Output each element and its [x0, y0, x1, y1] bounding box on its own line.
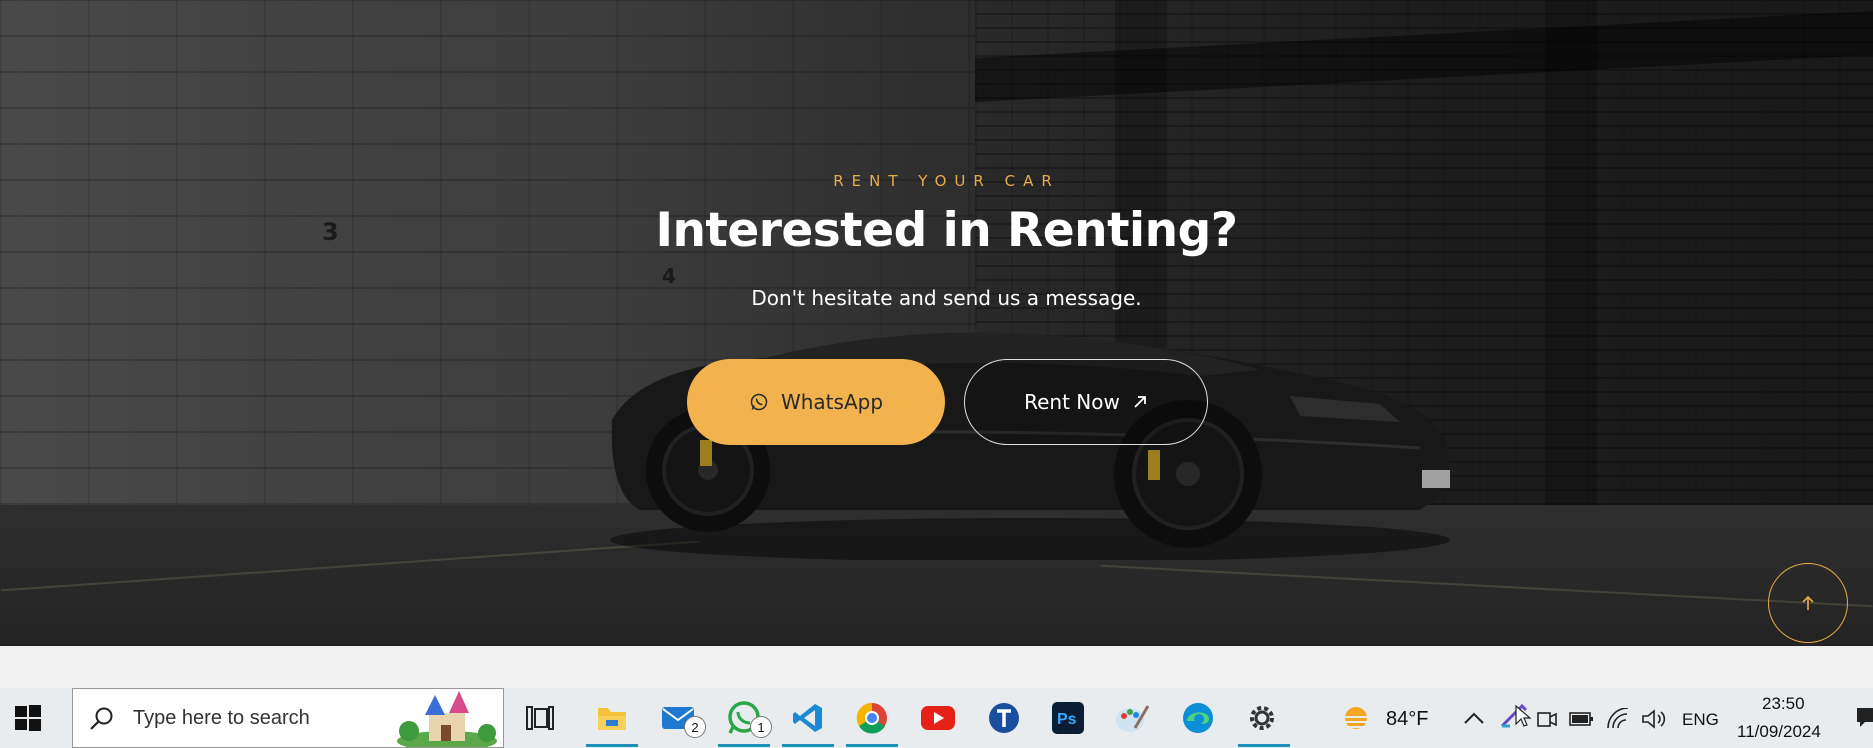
- task-view-icon[interactable]: [520, 698, 560, 738]
- t-app-icon[interactable]: [984, 698, 1024, 738]
- castle-search-highlight-icon: [397, 691, 497, 747]
- scroll-to-top-button[interactable]: [1768, 563, 1848, 643]
- hero-section: 3 4 RENT YOUR CAR Interested in Renting?…: [0, 0, 1873, 646]
- edge-icon[interactable]: [1178, 698, 1218, 738]
- windows-start-icon[interactable]: [14, 704, 42, 732]
- clock-date[interactable]: 11/09/2024: [1737, 722, 1821, 742]
- youtube-icon[interactable]: [918, 698, 958, 738]
- weather-sun-icon[interactable]: [1336, 698, 1376, 738]
- weather-temperature[interactable]: 84°F: [1386, 708, 1428, 731]
- settings-gear-icon[interactable]: [1242, 698, 1282, 738]
- arrow-up-icon: [1802, 595, 1814, 610]
- input-language[interactable]: ENG: [1682, 710, 1719, 730]
- camera-icon[interactable]: [1536, 708, 1558, 730]
- whatsapp-button[interactable]: WhatsApp: [687, 359, 945, 445]
- taskbar-search-box[interactable]: Type here to search: [72, 688, 504, 748]
- notification-icon[interactable]: [1855, 704, 1873, 730]
- whatsapp-button-label: WhatsApp: [780, 390, 884, 414]
- hero-title: Interested in Renting?: [655, 203, 1238, 258]
- rent-now-label: Rent Now: [1024, 390, 1120, 414]
- mouse-cursor-icon: [1515, 704, 1532, 727]
- show-hidden-icons-chevron-up-icon[interactable]: [1463, 710, 1485, 726]
- chrome-active-indicator: [846, 744, 898, 747]
- hero-subtitle: Don't hesitate and send us a message.: [751, 286, 1142, 310]
- search-icon: [90, 707, 113, 730]
- volume-icon[interactable]: [1641, 708, 1667, 730]
- mail-badge: 2: [684, 716, 706, 738]
- wifi-icon[interactable]: [1606, 708, 1630, 730]
- arrow-up-right-icon: [1134, 396, 1146, 408]
- battery-icon[interactable]: [1568, 710, 1594, 728]
- chrome-icon[interactable]: [852, 698, 892, 738]
- svg-text:Ps: Ps: [1057, 711, 1077, 728]
- photoshop-icon[interactable]: Ps: [1048, 698, 1088, 738]
- settings-active-indicator: [1238, 744, 1290, 747]
- file-explorer-icon[interactable]: [592, 698, 632, 738]
- search-placeholder: Type here to search: [133, 706, 310, 729]
- clock-time[interactable]: 23:50: [1762, 694, 1805, 714]
- hero-overlay: [0, 0, 1873, 646]
- whatsapp-active-indicator: [718, 744, 770, 747]
- vscode-icon[interactable]: [788, 698, 828, 738]
- whatsapp-badge: 1: [750, 716, 772, 738]
- paint-icon[interactable]: [1112, 698, 1152, 738]
- whatsapp-icon: [750, 393, 768, 411]
- vscode-active-indicator: [782, 744, 834, 747]
- rent-now-button[interactable]: Rent Now: [964, 359, 1208, 445]
- hero-eyebrow: RENT YOUR CAR: [833, 172, 1060, 190]
- file-explorer-active-indicator: [586, 744, 638, 747]
- page-bottom-band: [0, 646, 1873, 688]
